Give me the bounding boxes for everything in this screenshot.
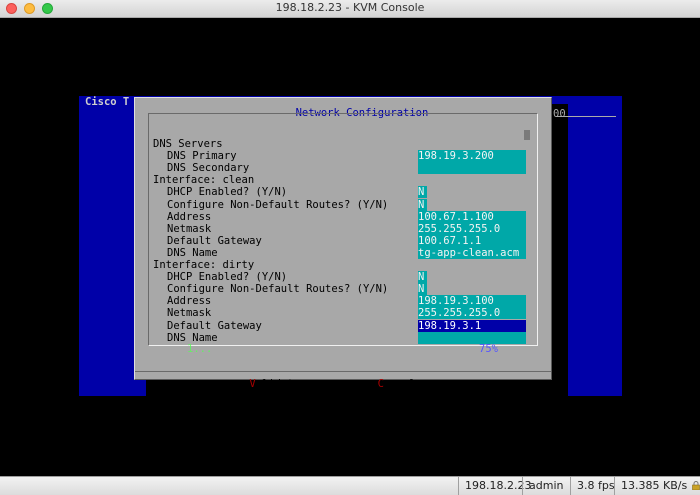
section-heading: Interface: clean (153, 174, 255, 187)
status-fps: 3.8 fps (570, 477, 621, 495)
input-field[interactable]: N (418, 271, 427, 284)
input-field[interactable]: N (418, 283, 427, 296)
input-field[interactable]: 198.19.3.200 (418, 150, 526, 163)
input-field[interactable]: 198.19.3.100 (418, 295, 526, 308)
input-field[interactable] (418, 331, 526, 344)
scroll-percentage: 75% (479, 343, 498, 355)
field-label: DNS Name (167, 331, 218, 344)
form-status-left: 1... (187, 343, 213, 355)
background-title: Cisco T (85, 96, 130, 108)
window-titlebar: 198.18.2.23 - KVM Console (0, 0, 700, 18)
field-label: Default Gateway (167, 319, 262, 332)
field-label: Address (167, 210, 212, 223)
field-label: Netmask (167, 222, 212, 235)
input-field[interactable]: N (418, 198, 427, 211)
field-label: Configure Non-Default Routes? (Y/N) (167, 198, 389, 211)
input-field[interactable] (418, 162, 526, 175)
section-heading: DNS Servers (153, 138, 223, 150)
field-label: Netmask (167, 307, 212, 320)
input-field[interactable]: 100.67.1.1 (418, 234, 526, 247)
status-user: admin (522, 477, 569, 495)
window-title: 198.18.2.23 - KVM Console (275, 1, 425, 14)
field-label: Address (167, 295, 212, 308)
field-label: DHCP Enabled? (Y/N) (167, 186, 288, 199)
field-label: DNS Name (167, 246, 218, 259)
input-field[interactable]: tg-app-clean.acm (418, 246, 526, 259)
field-label: Configure Non-Default Routes? (Y/N) (167, 283, 389, 296)
input-field[interactable]: 100.67.1.100 (418, 210, 526, 223)
section-heading: Interface: dirty (153, 259, 255, 271)
input-field[interactable]: 255.255.255.0 (418, 307, 526, 320)
scroll-indicator (524, 130, 530, 140)
input-field[interactable]: N (418, 186, 427, 199)
background-text-fragment: 00 (553, 108, 566, 120)
network-configuration-dialog: Network Configuration DNS Servers DNS Pri… (134, 97, 552, 390)
field-label: DHCP Enabled? (Y/N) (167, 271, 288, 284)
button-separator (135, 371, 551, 372)
field-label: Default Gateway (167, 234, 262, 247)
input-field[interactable]: 255.255.255.0 (418, 222, 526, 235)
lock-icon (692, 481, 700, 490)
validate-button[interactable]: <Validate> (243, 378, 306, 390)
field-label: DNS Primary (167, 150, 237, 163)
focused-input-field[interactable]: 198.19.3.1 (418, 319, 526, 332)
cancel-button[interactable]: < Cancel > (365, 378, 428, 390)
status-rate: 13.385 KB/s (614, 477, 693, 495)
background-panel-right (568, 96, 622, 396)
field-label: DNS Secondary (167, 162, 250, 175)
kvm-statusbar: 198.18.2.23 admin 3.8 fps 13.385 KB/s (0, 476, 700, 495)
kvm-console-screen[interactable]: Cisco T 00 Network Configuration DNS Ser… (0, 18, 700, 476)
